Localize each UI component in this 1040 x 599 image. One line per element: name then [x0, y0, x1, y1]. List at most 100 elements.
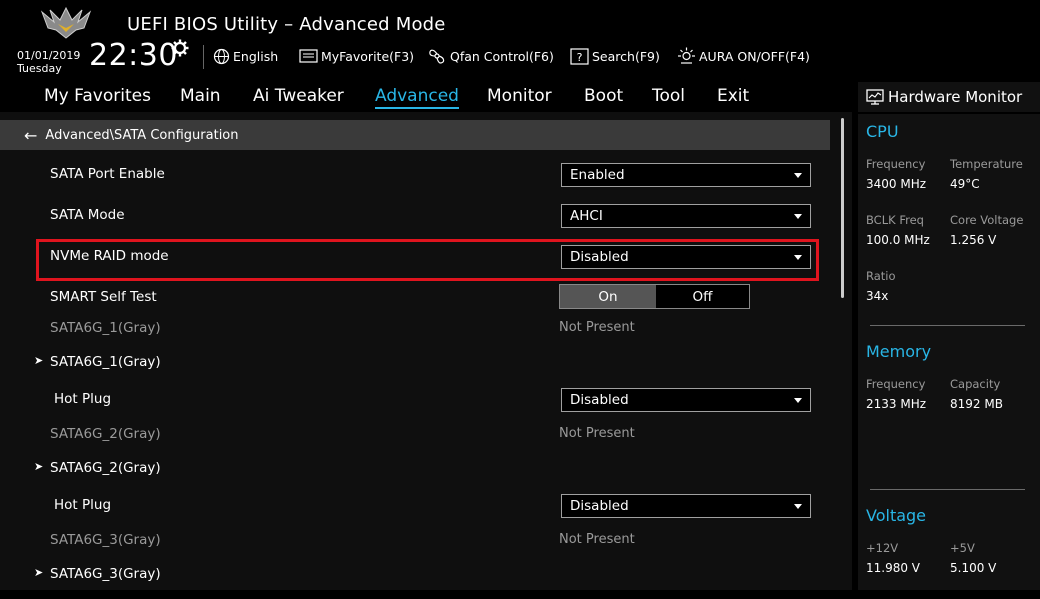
- setting-row: SATA Mode AHCI: [0, 197, 830, 233]
- port-label: SATA6G_1(Gray): [50, 320, 161, 336]
- search-button[interactable]: ? Search(F9): [570, 47, 660, 65]
- breadcrumb-path: Advanced\SATA Configuration: [45, 127, 239, 143]
- qfan-control-button[interactable]: Qfan Control(F6): [427, 47, 554, 65]
- chevron-down-icon: [794, 214, 802, 219]
- tab-main[interactable]: Main: [180, 86, 221, 106]
- core-voltage-label: Core Voltage: [950, 213, 1024, 227]
- toggle-on[interactable]: On: [560, 285, 656, 308]
- v12-value: 11.980 V: [866, 561, 921, 575]
- tab-advanced[interactable]: Advanced: [375, 86, 459, 109]
- submenu-row[interactable]: ➤ SATA6G_3(Gray): [0, 556, 830, 592]
- search-label: Search(F9): [592, 48, 660, 64]
- globe-icon: [213, 48, 230, 64]
- dropdown-value: Disabled: [570, 498, 629, 514]
- header-separator: [203, 45, 204, 69]
- search-help-icon: ?: [570, 47, 589, 65]
- divider: [858, 112, 1040, 114]
- submenu-row[interactable]: ➤ SATA6G_1(Gray): [0, 344, 830, 380]
- dropdown-value: AHCI: [570, 208, 603, 224]
- tab-my-favorites[interactable]: My Favorites: [44, 86, 151, 106]
- dropdown-value: Disabled: [570, 249, 629, 265]
- chevron-down-icon: [794, 504, 802, 509]
- sata-mode-dropdown[interactable]: AHCI: [561, 204, 811, 228]
- clock[interactable]: 22:30: [89, 38, 178, 73]
- tab-ai-tweaker[interactable]: Ai Tweaker: [253, 86, 344, 106]
- ratio-label: Ratio: [866, 269, 896, 283]
- cpu-temperature-label: Temperature: [950, 157, 1023, 171]
- sata-port-enable-dropdown[interactable]: Enabled: [561, 163, 811, 187]
- back-arrow-icon[interactable]: ←: [24, 126, 37, 145]
- v12-label: +12V: [866, 541, 899, 555]
- setting-row: NVMe RAID mode Disabled: [0, 238, 830, 274]
- setting-row: SATA6G_1(Gray) Not Present: [0, 310, 830, 346]
- dropdown-value: Disabled: [570, 392, 629, 408]
- memory-frequency-label: Frequency: [866, 377, 926, 391]
- monitor-icon: [866, 89, 884, 105]
- myfavorite-button[interactable]: MyFavorite(F3): [299, 47, 414, 65]
- main-nav: My Favorites Main Ai Tweaker Advanced Mo…: [0, 82, 852, 112]
- smart-self-test-toggle[interactable]: On Off: [559, 284, 750, 309]
- aura-label: AURA ON/OFF(F4): [699, 48, 810, 64]
- submenu-arrow-icon: ➤: [34, 354, 44, 367]
- cpu-frequency-value: 3400 MHz: [866, 177, 927, 191]
- tab-boot[interactable]: Boot: [584, 86, 623, 106]
- toggle-off[interactable]: Off: [656, 285, 749, 308]
- submenu-arrow-icon: ➤: [34, 460, 44, 473]
- memory-heading: Memory: [866, 342, 932, 361]
- bclk-value: 100.0 MHz: [866, 233, 930, 247]
- submenu-row[interactable]: ➤ SATA6G_2(Gray): [0, 450, 830, 486]
- port-status: Not Present: [559, 320, 635, 335]
- aura-toggle-button[interactable]: AURA ON/OFF(F4): [677, 47, 810, 65]
- cpu-frequency-label: Frequency: [866, 157, 926, 171]
- dropdown-value: Enabled: [570, 167, 625, 183]
- favorite-icon: [299, 48, 318, 63]
- chevron-down-icon: [794, 173, 802, 178]
- app-title: UEFI BIOS Utility – Advanced Mode: [127, 14, 446, 35]
- submenu-arrow-icon: ➤: [34, 566, 44, 579]
- submenu-label: SATA6G_2(Gray): [50, 460, 161, 476]
- core-voltage-value: 1.256 V: [950, 233, 997, 247]
- breadcrumb: ← Advanced\SATA Configuration: [0, 120, 830, 150]
- memory-capacity-label: Capacity: [950, 377, 1001, 391]
- setting-label: Hot Plug: [54, 497, 112, 513]
- setting-row: SATA Port Enable Enabled: [0, 156, 830, 192]
- setting-row: SATA6G_3(Gray) Not Present: [0, 522, 830, 558]
- language-button[interactable]: English: [213, 47, 278, 65]
- bclk-label: BCLK Freq: [866, 213, 924, 227]
- setting-row: Hot Plug Disabled: [0, 487, 830, 523]
- ratio-value: 34x: [866, 289, 889, 303]
- setting-label: SATA Port Enable: [50, 166, 165, 182]
- port-status: Not Present: [559, 532, 635, 547]
- divider: [870, 325, 1025, 326]
- cpu-heading: CPU: [866, 122, 899, 141]
- day-text: Tuesday: [17, 62, 62, 75]
- tab-tool[interactable]: Tool: [652, 86, 685, 106]
- tab-exit[interactable]: Exit: [717, 86, 749, 106]
- divider: [870, 489, 1025, 490]
- date-display: 01/01/2019 Tuesday: [17, 49, 80, 75]
- settings-panel: ← Advanced\SATA Configuration SATA Port …: [0, 112, 852, 590]
- submenu-label: SATA6G_1(Gray): [50, 354, 161, 370]
- hot-plug-1-dropdown[interactable]: Disabled: [561, 388, 811, 412]
- nvme-raid-mode-dropdown[interactable]: Disabled: [561, 245, 811, 269]
- fan-icon: [429, 49, 445, 64]
- submenu-label: SATA6G_3(Gray): [50, 566, 161, 582]
- hot-plug-2-dropdown[interactable]: Disabled: [561, 494, 811, 518]
- gear-icon[interactable]: [171, 39, 189, 57]
- hw-title-text: Hardware Monitor: [888, 88, 1023, 106]
- setting-label: SATA Mode: [50, 207, 125, 223]
- setting-label: NVMe RAID mode: [50, 248, 169, 264]
- bottom-bar: [0, 590, 1040, 599]
- setting-label: Hot Plug: [54, 391, 112, 407]
- hardware-monitor-title: Hardware Monitor: [866, 88, 1022, 106]
- svg-text:?: ?: [577, 51, 583, 64]
- hardware-monitor-panel: Hardware Monitor CPU Frequency Temperatu…: [858, 82, 1040, 590]
- scrollbar[interactable]: [841, 118, 844, 298]
- date-text: 01/01/2019: [17, 49, 81, 62]
- memory-frequency-value: 2133 MHz: [866, 397, 927, 411]
- v5-label: +5V: [950, 541, 975, 555]
- setting-row: SATA6G_2(Gray) Not Present: [0, 416, 830, 452]
- tab-monitor[interactable]: Monitor: [487, 86, 552, 106]
- cpu-temperature-value: 49°C: [950, 177, 980, 191]
- tuf-logo-icon: [40, 6, 92, 39]
